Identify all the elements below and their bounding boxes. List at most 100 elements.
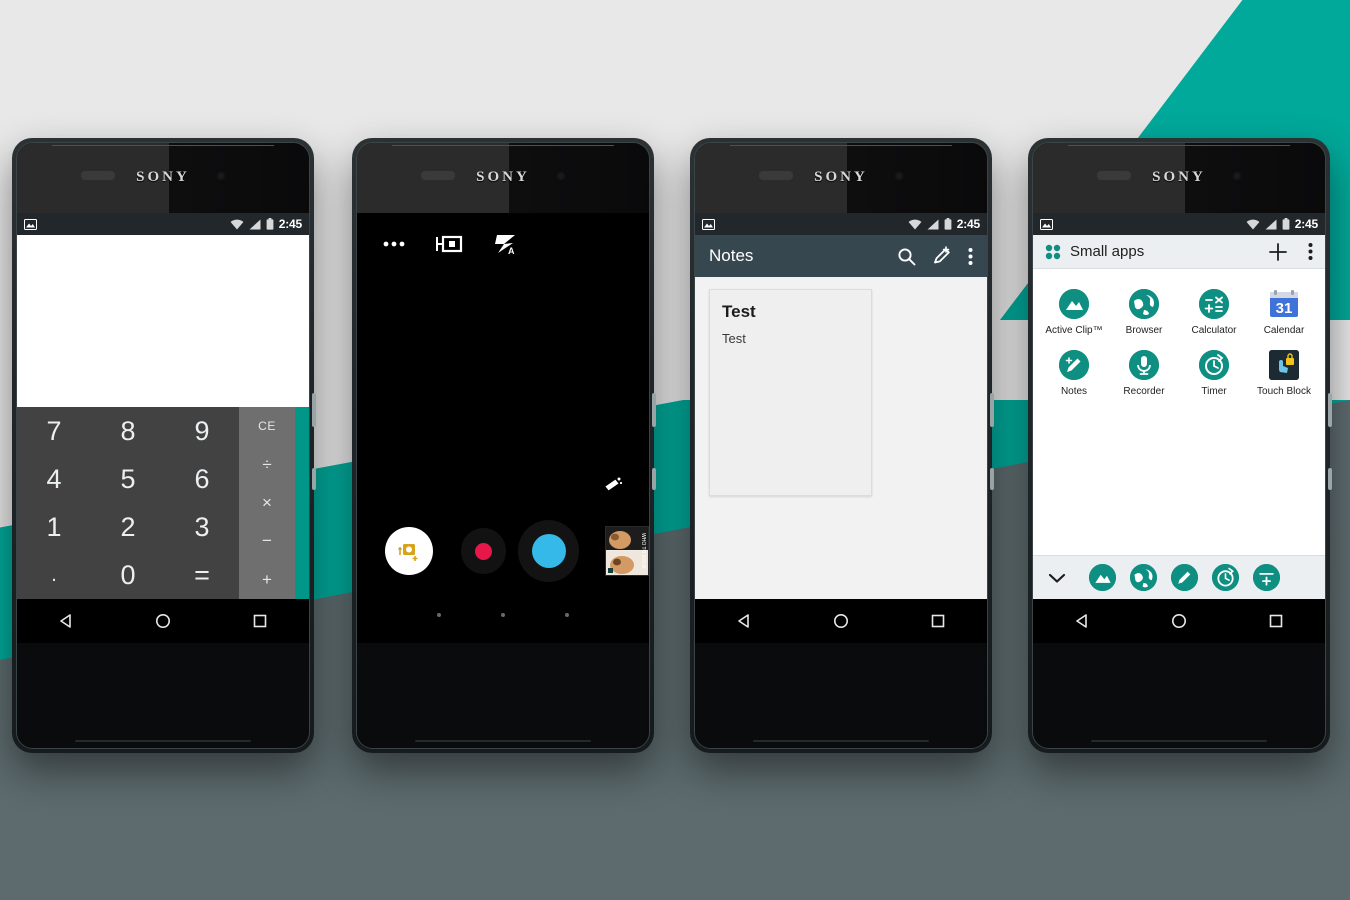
note-card[interactable]: Test Test [709,289,872,496]
shutter-button[interactable] [518,520,580,582]
small-app-notes[interactable]: Notes [1039,350,1109,397]
calc-key-divide[interactable]: ÷ [239,445,295,483]
volume-button[interactable] [312,468,316,490]
status-bar: 2:45 [695,213,987,235]
small-app-label: Calendar [1263,325,1305,336]
volume-button[interactable] [1328,468,1332,490]
calc-key-7[interactable]: 7 [17,407,91,455]
phone-screen-bezel: SONY [1032,142,1326,749]
small-app-active-clip[interactable]: Active Clip™ [1039,289,1109,336]
status-bar-clock: 2:45 [1294,217,1318,231]
dock-timer-icon[interactable] [1212,564,1239,591]
calc-key-equals[interactable]: = [165,551,239,599]
overflow-menu-icon[interactable] [968,247,973,266]
calc-key-clear-entry[interactable]: CE [239,407,295,445]
power-button[interactable] [1328,393,1332,427]
camera-settings-icon[interactable] [603,475,623,493]
calc-key-1[interactable]: 1 [17,503,91,551]
small-apps-dock [1033,555,1325,599]
dock-notes-icon[interactable] [1171,564,1198,591]
mode-selector-button[interactable] [385,527,433,575]
more-options-icon[interactable] [383,241,405,247]
new-note-icon[interactable] [932,246,952,266]
volume-button[interactable] [990,468,994,490]
phone-top-bezel: SONY [357,143,649,213]
small-app-timer[interactable]: Timer [1179,350,1249,397]
calc-key-5[interactable]: 5 [91,455,165,503]
page-dot[interactable] [501,613,505,617]
earpiece-slit [52,145,274,146]
small-app-label: Calculator [1191,325,1237,336]
calc-key-subtract[interactable]: − [239,522,295,560]
calc-key-add[interactable]: + [239,561,295,599]
touch-block-icon [1269,350,1299,380]
calc-key-0[interactable]: 0 [91,551,165,599]
notes-list: Test Test [695,277,987,599]
recents-square-icon[interactable] [1267,612,1285,630]
dock-active-clip-icon[interactable] [1089,564,1116,591]
phone-small-apps: SONY 2:45 Small apps Active Clip™ Browse… [1028,138,1332,753]
phone-camera: SONY A WHO TO DRUK [352,138,656,753]
navigation-bar [1033,599,1325,643]
gallery-thumbnail[interactable]: WHO TO DRUK [605,526,649,576]
page-dot[interactable] [437,613,441,617]
power-button[interactable] [990,393,994,427]
small-apps-screen: 2:45 Small apps Active Clip™ Browser Cal… [1033,213,1325,599]
home-circle-icon[interactable] [154,612,172,630]
calculator-display[interactable] [17,235,309,407]
svg-text:WHO TO DRUK: WHO TO DRUK [640,533,646,570]
calc-key-3[interactable]: 3 [165,503,239,551]
small-app-calculator[interactable]: Calculator [1179,289,1249,336]
flash-auto-icon[interactable]: A [493,232,521,256]
small-app-touch-block[interactable]: Touch Block [1249,350,1319,397]
chevron-down-icon[interactable] [1047,572,1067,584]
calc-key-4[interactable]: 4 [17,455,91,503]
back-triangle-icon[interactable] [735,612,753,630]
camera-viewfinder[interactable]: A WHO TO DRUK [357,213,649,643]
notes-screen: 2:45 Notes Test Test [695,213,987,599]
overflow-menu-icon[interactable] [1308,242,1313,261]
search-icon[interactable] [897,247,916,266]
status-bar-notifications [702,218,908,230]
calc-key-decimal[interactable]: . [17,551,91,599]
volume-button[interactable] [652,468,656,490]
sony-logo: SONY [1152,169,1206,185]
shutter-dot [531,534,566,568]
home-circle-icon[interactable] [832,612,850,630]
phone-screen-bezel: SONY [356,142,650,749]
dock-add-icon[interactable] [1253,564,1280,591]
recents-square-icon[interactable] [251,612,269,630]
recorder-icon [1129,350,1159,380]
notes-app-bar: Notes [695,235,987,277]
calc-key-multiply[interactable]: × [239,484,295,522]
calendar-icon: 31 [1269,289,1299,319]
calc-key-2[interactable]: 2 [91,503,165,551]
small-app-recorder[interactable]: Recorder [1109,350,1179,397]
small-apps-header: Small apps [1033,235,1325,269]
back-triangle-icon[interactable] [57,612,75,630]
calc-key-8[interactable]: 8 [91,407,165,455]
camera-bottom-controls: WHO TO DRUK [357,511,649,591]
status-bar-system-icons: 2:45 [230,217,302,231]
page-dot[interactable] [565,613,569,617]
sony-logo: SONY [136,169,190,185]
small-app-browser[interactable]: Browser [1109,289,1179,336]
exposure-icon[interactable] [435,233,463,255]
add-icon[interactable] [1268,242,1288,262]
phone-notes: SONY 2:45 Notes Test Test [690,138,994,753]
calc-key-9[interactable]: 9 [165,407,239,455]
small-app-label: Active Clip™ [1045,325,1103,336]
camera-screen[interactable]: A WHO TO DRUK [357,213,649,643]
calc-key-6[interactable]: 6 [165,455,239,503]
dock-browser-icon[interactable] [1130,564,1157,591]
notes-app-actions [897,246,973,266]
record-button[interactable] [460,528,507,574]
back-triangle-icon[interactable] [1073,612,1091,630]
power-button[interactable] [312,393,316,427]
small-app-label: Notes [1060,386,1088,397]
small-app-label: Touch Block [1257,386,1311,397]
power-button[interactable] [652,393,656,427]
home-circle-icon[interactable] [1170,612,1188,630]
small-app-calendar[interactable]: 31 Calendar [1249,289,1319,336]
recents-square-icon[interactable] [929,612,947,630]
